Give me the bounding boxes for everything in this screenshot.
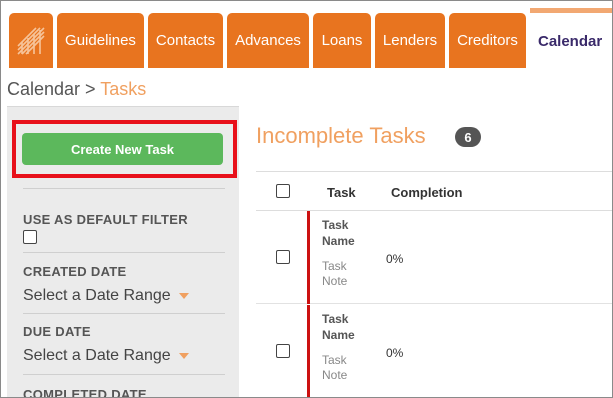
column-header-completion[interactable]: Completion (391, 185, 463, 200)
app-window: Guidelines Contacts Advances Loans Lende… (0, 0, 613, 398)
tab-lenders[interactable]: Lenders (375, 13, 445, 68)
caret-down-icon (178, 352, 189, 359)
caret-down-icon (178, 292, 189, 299)
created-date-value: Select a Date Range (23, 287, 171, 304)
tab-loans[interactable]: Loans (313, 13, 371, 68)
priority-indicator (307, 211, 310, 304)
tab-guidelines[interactable]: Guidelines (57, 13, 144, 68)
divider (23, 374, 225, 375)
default-filter-label: USE AS DEFAULT FILTER (23, 212, 188, 227)
top-navigation: Guidelines Contacts Advances Loans Lende… (1, 1, 612, 71)
table-row[interactable]: Task Name Task Note 0% (256, 211, 612, 304)
breadcrumb: Calendar > Tasks (7, 79, 146, 100)
task-completion: 0% (386, 252, 404, 266)
task-note-line: Note (322, 368, 348, 382)
due-date-select[interactable]: Select a Date Range (23, 347, 189, 365)
task-name[interactable]: Task Name (322, 217, 372, 249)
priority-indicator (307, 305, 310, 397)
arrow-grid-logo-icon (17, 26, 45, 55)
table-header: Task Completion (256, 171, 612, 211)
task-count-badge: 6 (455, 127, 481, 147)
created-date-select[interactable]: Select a Date Range (23, 287, 189, 305)
tab-calendar[interactable]: Calendar (530, 8, 612, 70)
column-header-task[interactable]: Task (327, 185, 356, 200)
divider (23, 188, 225, 189)
task-name[interactable]: Task Name (322, 311, 372, 343)
due-date-label: DUE DATE (23, 324, 91, 339)
task-name-line: Task (322, 218, 349, 232)
breadcrumb-current: Tasks (100, 79, 147, 99)
task-name-line: Name (322, 234, 355, 248)
tab-advances[interactable]: Advances (227, 13, 309, 68)
select-all-checkbox[interactable] (276, 184, 290, 198)
breadcrumb-separator: > (80, 79, 101, 99)
created-date-label: CREATED DATE (23, 264, 127, 279)
table-row[interactable]: Task Name Task Note 0% (256, 305, 612, 397)
page-title: Incomplete Tasks (256, 123, 426, 148)
tasks-table: Task Completion Task Name Task Note 0% T… (256, 171, 612, 397)
task-name-line: Name (322, 328, 355, 342)
tab-creditors[interactable]: Creditors (449, 13, 526, 68)
task-note-line: Note (322, 274, 348, 288)
home-logo-tab[interactable] (9, 13, 53, 68)
tab-contacts[interactable]: Contacts (148, 13, 223, 68)
due-date-value: Select a Date Range (23, 347, 171, 364)
create-new-task-button[interactable]: Create New Task (22, 133, 223, 165)
row-checkbox[interactable] (276, 344, 290, 358)
completed-date-label: COMPLETED DATE (23, 387, 147, 398)
task-completion: 0% (386, 346, 404, 360)
breadcrumb-parent[interactable]: Calendar (7, 79, 80, 99)
divider (23, 252, 225, 253)
task-note: Task Note (322, 259, 372, 289)
default-filter-checkbox[interactable] (23, 230, 37, 244)
row-checkbox[interactable] (276, 250, 290, 264)
task-note: Task Note (322, 353, 372, 383)
task-name-line: Task (322, 312, 349, 326)
task-note-line: Task (322, 259, 347, 273)
divider (23, 313, 225, 314)
task-note-line: Task (322, 353, 347, 367)
